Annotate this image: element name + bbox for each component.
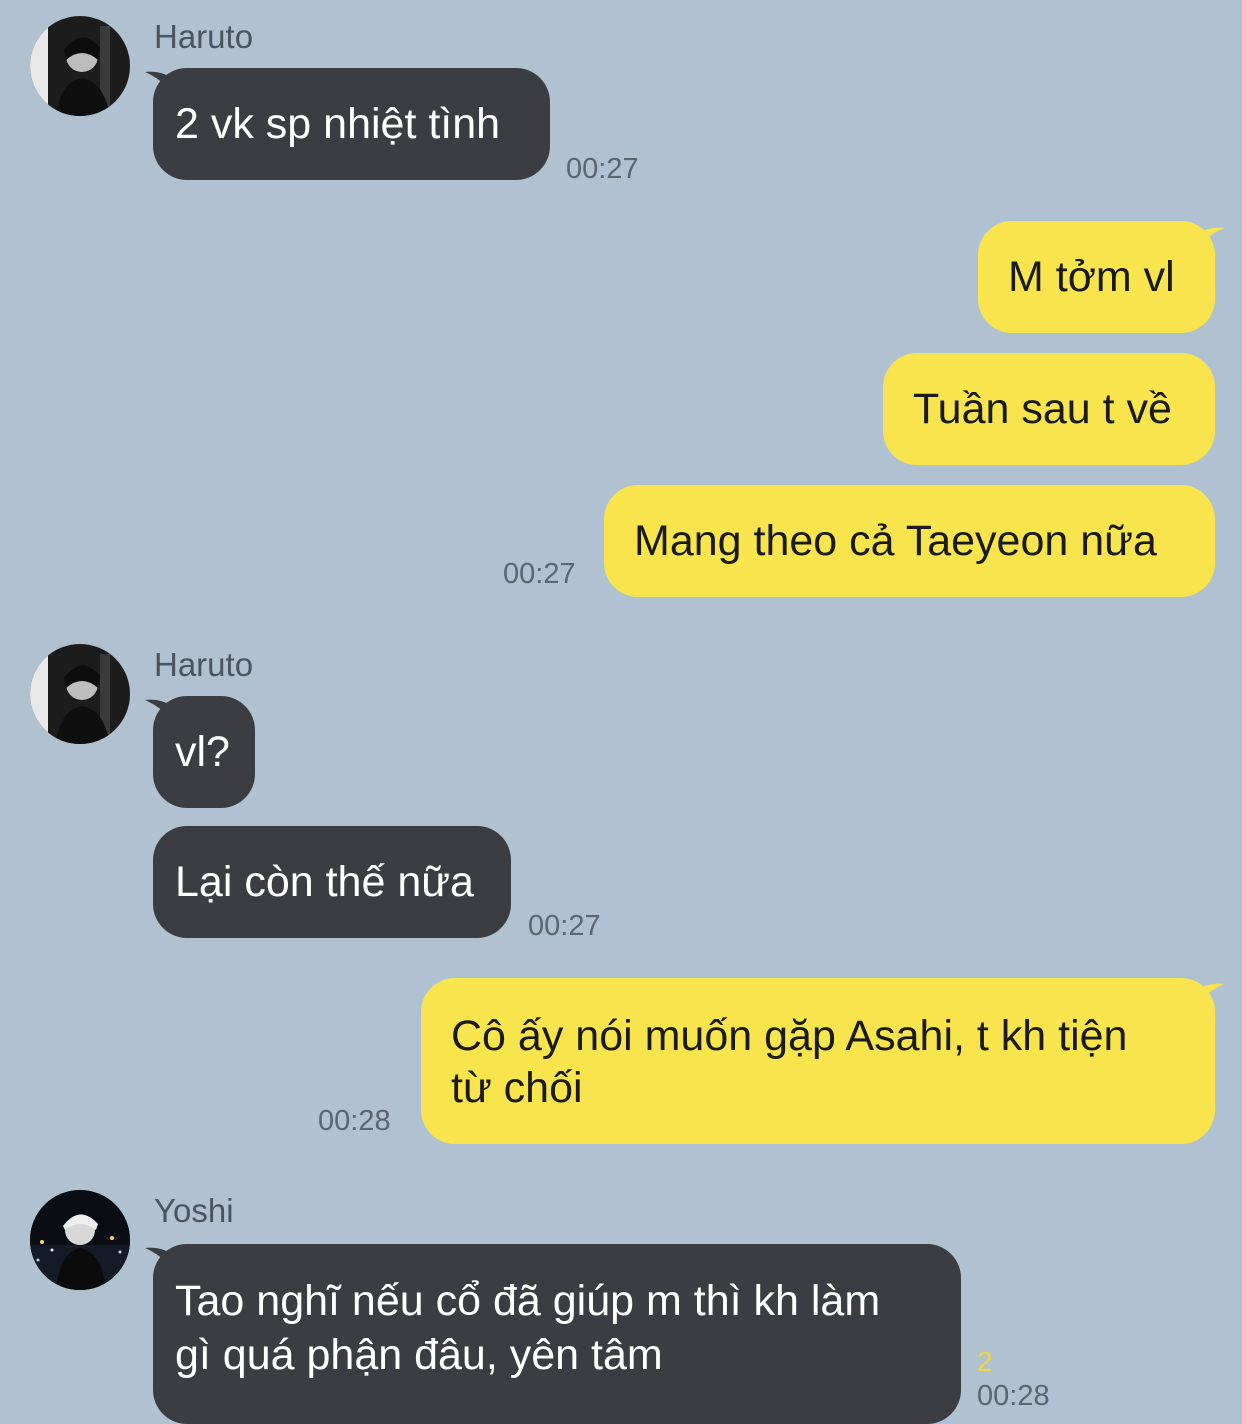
message-bubble[interactable]: Tao nghĩ nếu cổ đã giúp m thì kh làm gì … [153,1244,961,1424]
message-bubble[interactable]: vl? [153,696,255,808]
message-text-line: Cô ấy nói muốn gặp Asahi, t kh tiện [451,1012,1128,1060]
message-time: 00:28 [977,1380,1050,1412]
message-bubble[interactable]: Tuần sau t về [883,353,1215,465]
unread-count: 2 [977,1346,993,1377]
message-text-line: gì quá phận đâu, yên tâm [175,1331,663,1379]
message-text: Lại còn thế nữa [175,858,474,906]
message-bubble[interactable]: Cô ấy nói muốn gặp Asahi, t kh tiện từ c… [421,978,1215,1144]
message-time: 00:27 [566,153,639,185]
message-bubble[interactable]: Lại còn thế nữa [153,826,511,938]
message-time: 00:27 [503,558,576,590]
message-text: Mang theo cả Taeyeon nữa [634,517,1157,565]
sender-name: Haruto [154,646,254,683]
profile-photo-icon [30,1190,130,1290]
message-text: 2 vk sp nhiệt tình [175,100,501,148]
sender-name: Yoshi [154,1192,234,1229]
message-time: 00:28 [318,1105,391,1137]
message-time: 00:27 [528,910,601,942]
message-text: vl? [175,728,230,776]
message-bubble[interactable]: Mang theo cả Taeyeon nữa [604,485,1215,597]
message-text-line: Tao nghĩ nếu cổ đã giúp m thì kh làm [175,1277,881,1325]
message-bubble[interactable]: 2 vk sp nhiệt tình [153,68,550,180]
avatar-haruto[interactable] [30,16,130,116]
message-bubble[interactable]: M tởm vl [978,221,1215,333]
avatar-haruto[interactable] [30,644,130,744]
message-text: M tởm vl [1008,253,1175,301]
profile-photo-icon [30,16,130,116]
sender-name: Haruto [154,18,254,55]
message-text-line: từ chối [451,1064,583,1112]
avatar-yoshi[interactable] [30,1190,130,1290]
profile-photo-icon [30,644,130,744]
message-text: Tuần sau t về [913,385,1172,433]
